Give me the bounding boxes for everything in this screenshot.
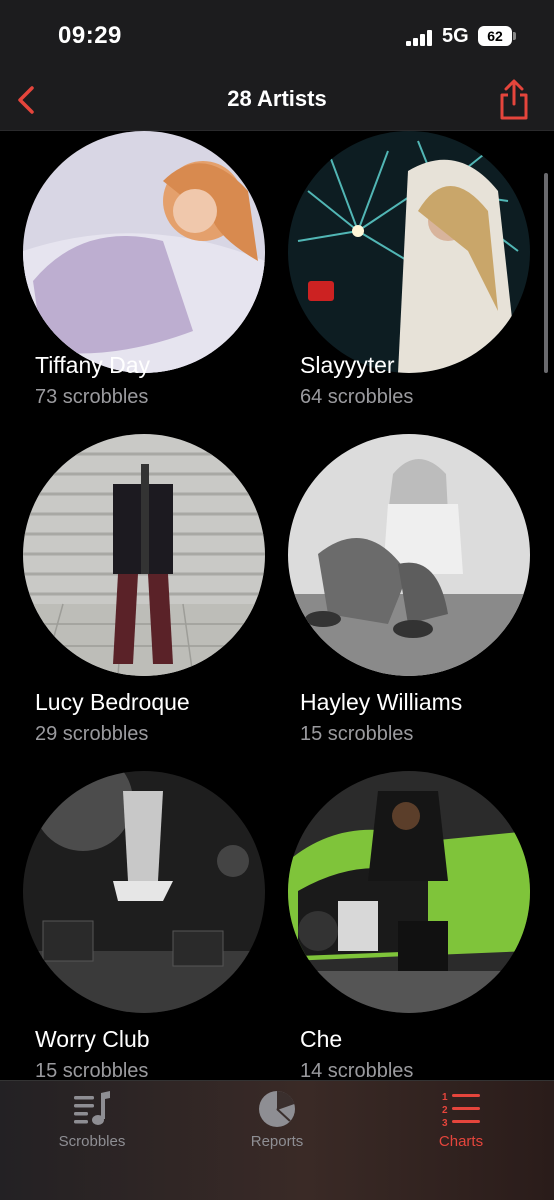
tab-reports[interactable]: Reports bbox=[197, 1081, 357, 1161]
status-time: 09:29 bbox=[58, 22, 122, 49]
artist-name: Lucy Bedroque bbox=[35, 689, 190, 715]
tab-label: Reports bbox=[250, 1133, 304, 1150]
scrobble-count: 29 scrobbles bbox=[35, 723, 149, 745]
share-icon[interactable] bbox=[494, 78, 534, 122]
nav-bar: 28 Artists bbox=[0, 72, 554, 131]
artist-photo bbox=[288, 131, 530, 373]
tab-label: Scrobbles bbox=[58, 1133, 126, 1150]
signal-icon bbox=[406, 30, 432, 46]
scrobble-count: 73 scrobbles bbox=[35, 386, 149, 408]
scrobble-count: 64 scrobbles bbox=[300, 386, 414, 408]
page-title: 28 Artists bbox=[227, 86, 327, 111]
svg-text:1: 1 bbox=[442, 1092, 448, 1103]
artist-name: Worry Club bbox=[35, 1026, 150, 1052]
artist-photo bbox=[288, 771, 530, 1013]
artist-name: Che bbox=[300, 1026, 343, 1052]
scrollbar[interactable] bbox=[544, 173, 548, 373]
tab-bar: Scrobbles Reports 1 2 3 Charts bbox=[0, 1080, 554, 1200]
artist-photo bbox=[23, 434, 265, 676]
artist-name: Slayyyter bbox=[300, 352, 395, 378]
artist-photo bbox=[23, 131, 265, 373]
pie-chart-icon bbox=[259, 1091, 295, 1127]
tab-label: Charts bbox=[438, 1133, 484, 1150]
tab-scrobbles[interactable]: Scrobbles bbox=[12, 1081, 172, 1161]
artist-photo bbox=[288, 434, 530, 676]
status-bar: 09:29 5G 62 bbox=[0, 0, 554, 72]
svg-text:3: 3 bbox=[442, 1118, 448, 1129]
battery-icon: 62 bbox=[478, 26, 512, 46]
ranked-list-icon: 1 2 3 bbox=[442, 1092, 480, 1129]
scrobble-count: 14 scrobbles bbox=[300, 1060, 414, 1080]
battery-tip bbox=[513, 32, 516, 40]
svg-text:2: 2 bbox=[442, 1105, 448, 1116]
tab-charts[interactable]: 1 2 3 Charts bbox=[381, 1081, 541, 1161]
artist-name: Hayley Williams bbox=[300, 689, 463, 715]
music-list-icon bbox=[74, 1091, 110, 1125]
artist-name: Tiffany Day bbox=[35, 352, 151, 378]
artist-photo bbox=[23, 771, 265, 1013]
network-type: 5G bbox=[442, 25, 469, 47]
scrobble-count: 15 scrobbles bbox=[35, 1060, 149, 1080]
scrobble-count: 15 scrobbles bbox=[300, 723, 414, 745]
artist-grid[interactable]: Tiffany Day 73 scrobbles Slayyyter 64 sc… bbox=[0, 131, 554, 1080]
